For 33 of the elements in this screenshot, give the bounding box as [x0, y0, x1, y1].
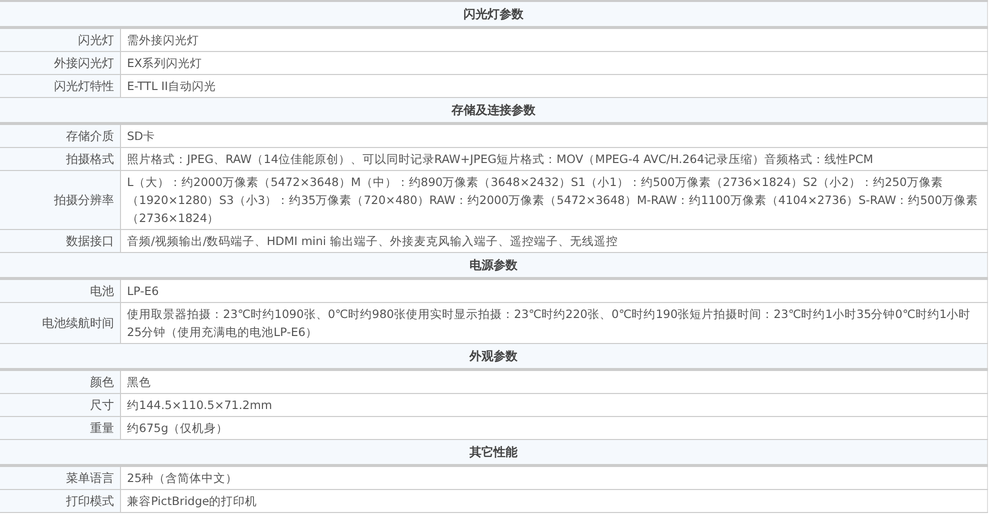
- spec-value: 音频/视频输出/数码端子、HDMI mini 输出端子、外接麦克风输入端子、遥控端子、无线遥控: [120, 230, 988, 252]
- spec-label: 尺寸: [0, 394, 120, 416]
- spec-label: 闪光灯: [0, 28, 120, 52]
- spec-value: SD卡: [120, 124, 988, 148]
- section-header: 外观参数: [0, 344, 988, 370]
- spec-label: 菜单语言: [0, 466, 120, 490]
- section-header: 电源参数: [0, 252, 988, 278]
- spec-value: 约144.5×110.5×71.2mm: [120, 394, 988, 416]
- spec-value: L（大）：约2000万像素（5472×3648）M（中）：约890万像素（3648×2432）S1（小1）：约500万像素（2736×1824）S2（小2）：约250万像素（1920×1280）S3（小3）：约35万像素（720×480）RAW：约2000万像素（5472×3648）M-RAW：约1100万像素（4104×2736）S-RAW：约500万像素（2736×1824）: [120, 170, 988, 230]
- spec-label: 重量: [0, 416, 120, 440]
- spec-value: 兼容PictBridge的打印机: [120, 490, 988, 512]
- spec-label: 电池: [0, 278, 120, 302]
- spec-value: 照片格式：JPEG、RAW（14位佳能原创）、可以同时记录RAW+JPEG短片格式：MOV（MPEG-4 AVC/H.264记录压缩）音频格式：线性PCM: [120, 148, 988, 170]
- section-header: 闪光灯参数: [0, 1, 988, 28]
- spec-label: 拍摄格式: [0, 148, 120, 170]
- spec-label: 拍摄分辨率: [0, 170, 120, 230]
- spec-value: E-TTL II自动闪光: [120, 74, 988, 98]
- section-header: 其它性能: [0, 440, 988, 466]
- spec-value: 使用取景器拍摄：23℃时约1090张、0℃时约980张使用实时显示拍摄：23℃时约220张、0℃时约190张短片拍摄时间：23℃时约1小时35分钟0℃时约1小时25分钟（使用充满电的电池LP-E6）: [120, 302, 988, 344]
- spec-label: 闪光灯特性: [0, 74, 120, 98]
- spec-label: 外接闪光灯: [0, 52, 120, 74]
- section-header: 存储及连接参数: [0, 98, 988, 124]
- spec-label: 数据接口: [0, 230, 120, 252]
- spec-value: EX系列闪光灯: [120, 52, 988, 74]
- spec-value: 黑色: [120, 370, 988, 394]
- spec-value: 约675g（仅机身）: [120, 416, 988, 440]
- spec-value: LP-E6: [120, 278, 988, 302]
- spec-value: 需外接闪光灯: [120, 28, 988, 52]
- spec-label: 电池续航时间: [0, 302, 120, 344]
- spec-label: 打印模式: [0, 490, 120, 512]
- spec-label: 存储介质: [0, 124, 120, 148]
- spec-label: 颜色: [0, 370, 120, 394]
- spec-value: 25种（含简体中文）: [120, 466, 988, 490]
